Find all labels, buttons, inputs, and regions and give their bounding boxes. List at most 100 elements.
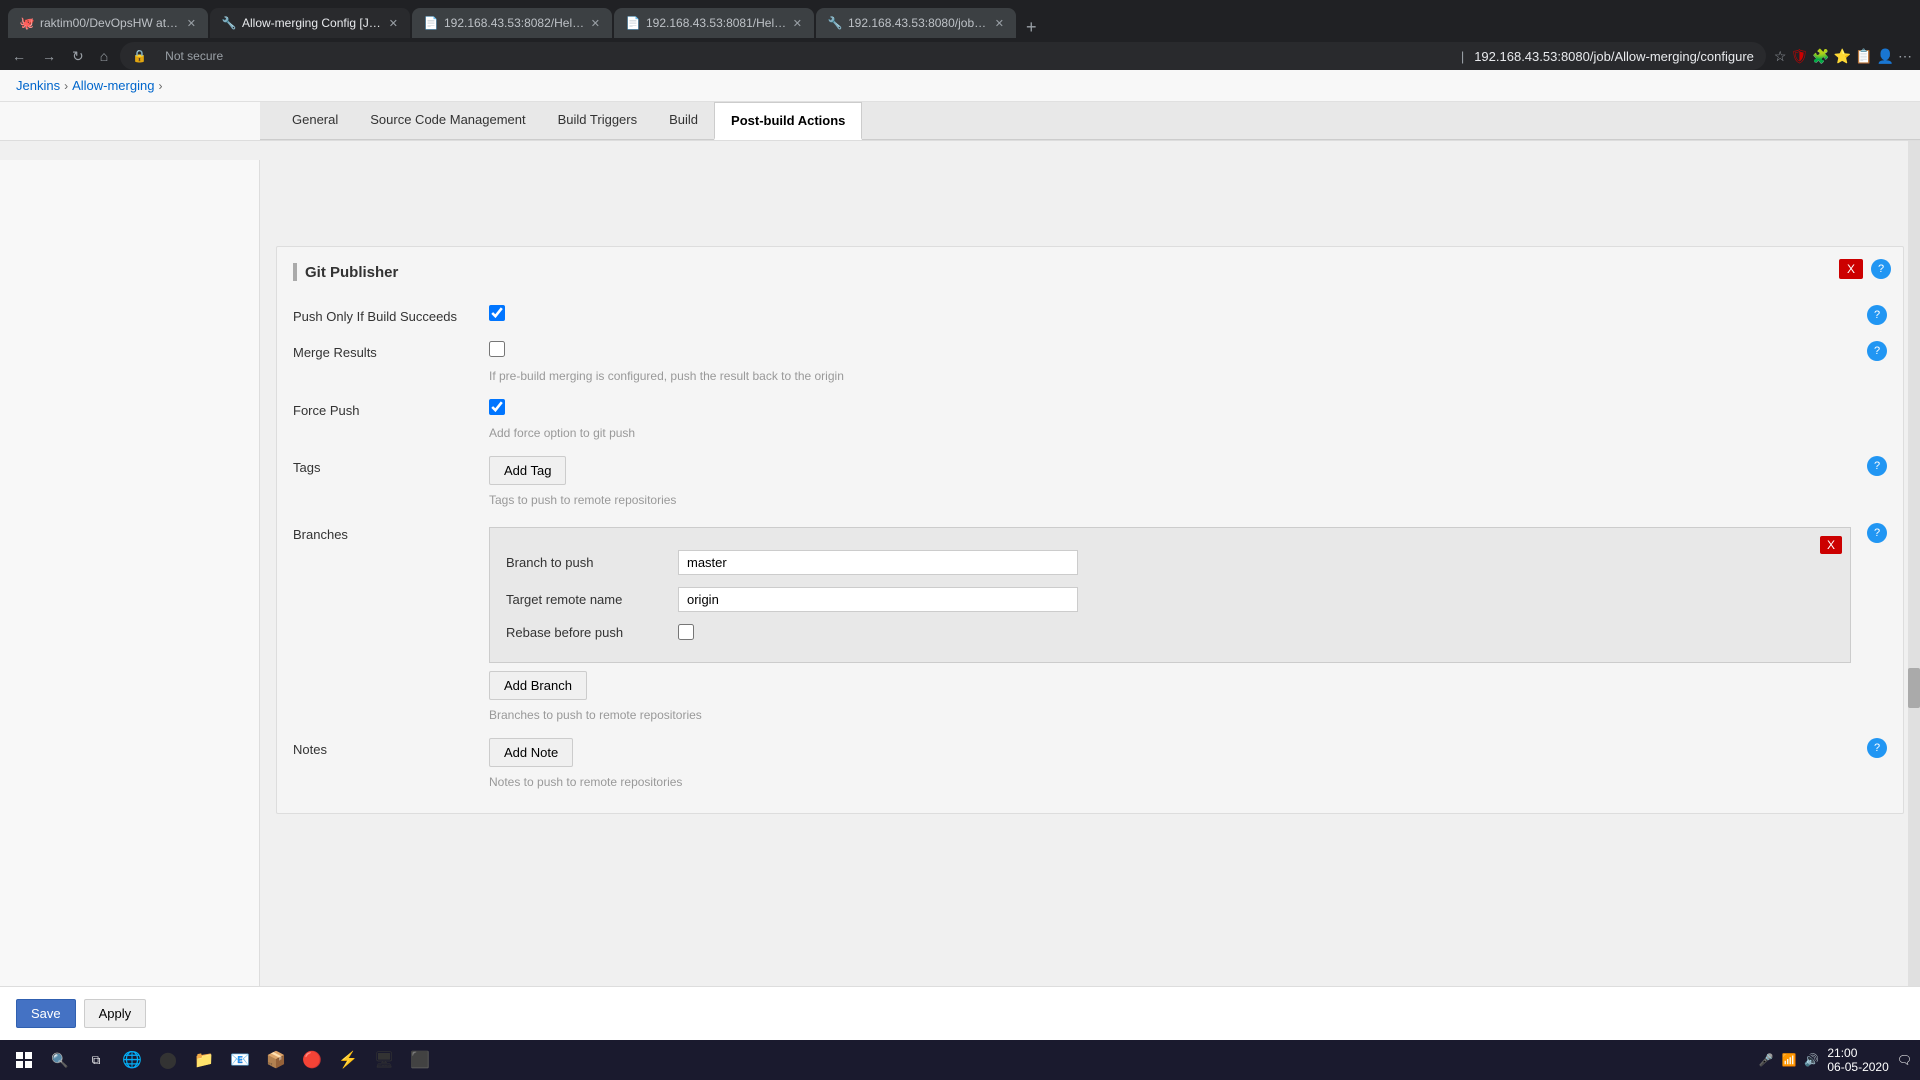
notes-help-button[interactable]: ?	[1867, 738, 1887, 758]
chrome-taskbar[interactable]: ⬤	[152, 1044, 184, 1076]
branches-help: Branches to push to remote repositories	[489, 708, 1887, 730]
app6-taskbar[interactable]: 📦	[260, 1044, 292, 1076]
app9-taskbar[interactable]: 🖥	[368, 1044, 400, 1076]
browser-chrome: 🐙 raktim00/DevOpsHW at dev ✕ 🔧 Allow-mer…	[0, 0, 1920, 70]
tab-3[interactable]: 📄 192.168.43.53:8082/Hello.html ✕	[412, 8, 612, 38]
refresh-button[interactable]: ↻	[68, 44, 88, 69]
rebase-checkbox[interactable]	[678, 624, 694, 640]
tab-close-3[interactable]: ✕	[591, 17, 600, 30]
chrome-icon: ⬤	[159, 1050, 177, 1070]
collections-icon[interactable]: 📋	[1855, 48, 1872, 65]
add-branch-button[interactable]: Add Branch	[489, 671, 587, 700]
url-text: 192.168.43.53:8080/job/Allow-merging/con…	[1474, 49, 1754, 64]
address-bar[interactable]: 🔒 Not secure | 192.168.43.53:8080/job/Al…	[120, 42, 1766, 70]
forward-button[interactable]: →	[38, 44, 60, 68]
breadcrumb: Jenkins › Allow-merging ›	[0, 70, 1920, 102]
branches-help-button[interactable]: ?	[1867, 523, 1887, 543]
merge-results-row: Merge Results ?	[293, 333, 1887, 369]
edge-taskbar[interactable]: 🌐	[116, 1044, 148, 1076]
git-publisher-help-button[interactable]: ?	[1871, 259, 1891, 279]
taskbar-left: 🔍 ⧉ 🌐 ⬤ 📁 📧 📦 🔴 ⚡ 🖥 ⬛	[8, 1044, 436, 1076]
tab-title-5: 192.168.43.53:8080/job/Develop...	[848, 16, 989, 30]
app9-icon: 🖥	[374, 1050, 394, 1070]
tab-2[interactable]: 🔧 Allow-merging Config [Jenkins] ✕	[210, 8, 410, 38]
bookmark-icon[interactable]: ☆	[1774, 48, 1787, 65]
taskbar-wifi-icon: 📶	[1781, 1053, 1796, 1067]
push-only-label: Push Only If Build Succeeds	[293, 305, 473, 324]
url-separator: |	[1461, 49, 1464, 64]
taskbar-clock: 21:00 06-05-2020	[1827, 1046, 1888, 1074]
breadcrumb-sep-2: ›	[158, 79, 162, 93]
merge-results-checkbox[interactable]	[489, 341, 505, 357]
save-button[interactable]: Save	[16, 999, 76, 1028]
app8-taskbar[interactable]: ⚡	[332, 1044, 364, 1076]
git-publisher-header: Git Publisher	[293, 263, 1887, 281]
add-branch-wrapper: Add Branch	[489, 671, 1851, 700]
tab-1[interactable]: 🐙 raktim00/DevOpsHW at dev ✕	[8, 8, 208, 38]
tab-post-build-actions[interactable]: Post-build Actions	[714, 102, 862, 140]
tags-help-button[interactable]: ?	[1867, 456, 1887, 476]
new-tab-button[interactable]: +	[1018, 17, 1045, 38]
top-bar: Jenkins › Allow-merging › General Source…	[0, 70, 1920, 141]
tab-favicon-4: 📄	[626, 16, 640, 30]
tab-build-triggers[interactable]: Build Triggers	[542, 102, 653, 139]
sidebar	[0, 160, 260, 1040]
scrollbar-thumb[interactable]	[1908, 668, 1920, 708]
breadcrumb-allow-merging[interactable]: Allow-merging	[72, 78, 154, 93]
app7-taskbar[interactable]: 🔴	[296, 1044, 328, 1076]
taskbar: 🔍 ⧉ 🌐 ⬤ 📁 📧 📦 🔴 ⚡ 🖥 ⬛	[0, 1040, 1920, 1080]
tab-general[interactable]: General	[276, 102, 354, 139]
merge-results-control	[489, 341, 1851, 360]
force-push-checkbox[interactable]	[489, 399, 505, 415]
apply-button[interactable]: Apply	[84, 999, 147, 1028]
extensions-icon[interactable]: 🧩	[1812, 48, 1829, 65]
favorites-icon[interactable]: ⭐	[1834, 48, 1851, 65]
profile-icon[interactable]: 👤	[1877, 48, 1894, 65]
push-only-control	[489, 305, 1851, 324]
add-note-button[interactable]: Add Note	[489, 738, 573, 767]
target-remote-input[interactable]	[678, 587, 1078, 612]
tab-source-code-management[interactable]: Source Code Management	[354, 102, 541, 139]
rebase-row: Rebase before push	[506, 618, 1834, 646]
tab-close-1[interactable]: ✕	[187, 17, 196, 30]
push-only-checkbox[interactable]	[489, 305, 505, 321]
git-publisher-close-button[interactable]: X	[1839, 259, 1863, 279]
merge-results-help: If pre-build merging is configured, push…	[489, 369, 1887, 391]
mail-taskbar[interactable]: 📧	[224, 1044, 256, 1076]
tab-close-5[interactable]: ✕	[995, 17, 1004, 30]
add-tag-button[interactable]: Add Tag	[489, 456, 566, 485]
tab-5[interactable]: 🔧 192.168.43.53:8080/job/Develop... ✕	[816, 8, 1016, 38]
task-view-icon: ⧉	[92, 1053, 101, 1068]
more-icon[interactable]: ⋯	[1898, 48, 1912, 65]
tab-close-4[interactable]: ✕	[793, 17, 802, 30]
search-taskbar-button[interactable]: 🔍	[44, 1044, 76, 1076]
git-publisher-title: Git Publisher	[305, 264, 398, 281]
app7-icon: 🔴	[302, 1050, 322, 1070]
merge-results-help-button[interactable]: ?	[1867, 341, 1887, 361]
start-button[interactable]	[8, 1044, 40, 1076]
tags-label: Tags	[293, 456, 473, 475]
notes-help: Notes to push to remote repositories	[489, 775, 1887, 797]
tags-row: Tags Add Tag ?	[293, 448, 1887, 493]
task-view-button[interactable]: ⧉	[80, 1044, 112, 1076]
notes-label: Notes	[293, 738, 473, 757]
app10-taskbar[interactable]: ⬛	[404, 1044, 436, 1076]
scrollbar[interactable]	[1908, 110, 1920, 1040]
tab-build[interactable]: Build	[653, 102, 714, 139]
action-center-icon[interactable]: 🗨	[1897, 1053, 1912, 1067]
taskbar-date: 06-05-2020	[1827, 1060, 1888, 1074]
home-button[interactable]: ⌂	[96, 44, 112, 68]
git-publisher-section: X ? Git Publisher Push Only If Build Suc…	[276, 246, 1904, 814]
branch-to-push-input[interactable]	[678, 550, 1078, 575]
explorer-taskbar[interactable]: 📁	[188, 1044, 220, 1076]
tab-bar: 🐙 raktim00/DevOpsHW at dev ✕ 🔧 Allow-mer…	[0, 0, 1920, 38]
push-only-help-button[interactable]: ?	[1867, 305, 1887, 325]
tab-close-2[interactable]: ✕	[389, 17, 398, 30]
branch-close-button[interactable]: X	[1820, 536, 1842, 554]
merge-results-label: Merge Results	[293, 341, 473, 360]
tab-4[interactable]: 📄 192.168.43.53:8081/Hello.html ✕	[614, 8, 814, 38]
breadcrumb-jenkins[interactable]: Jenkins	[16, 78, 60, 93]
back-button[interactable]: ←	[8, 44, 30, 68]
edge-icon: 🌐	[122, 1050, 142, 1070]
tab-title-2: Allow-merging Config [Jenkins]	[242, 16, 383, 30]
